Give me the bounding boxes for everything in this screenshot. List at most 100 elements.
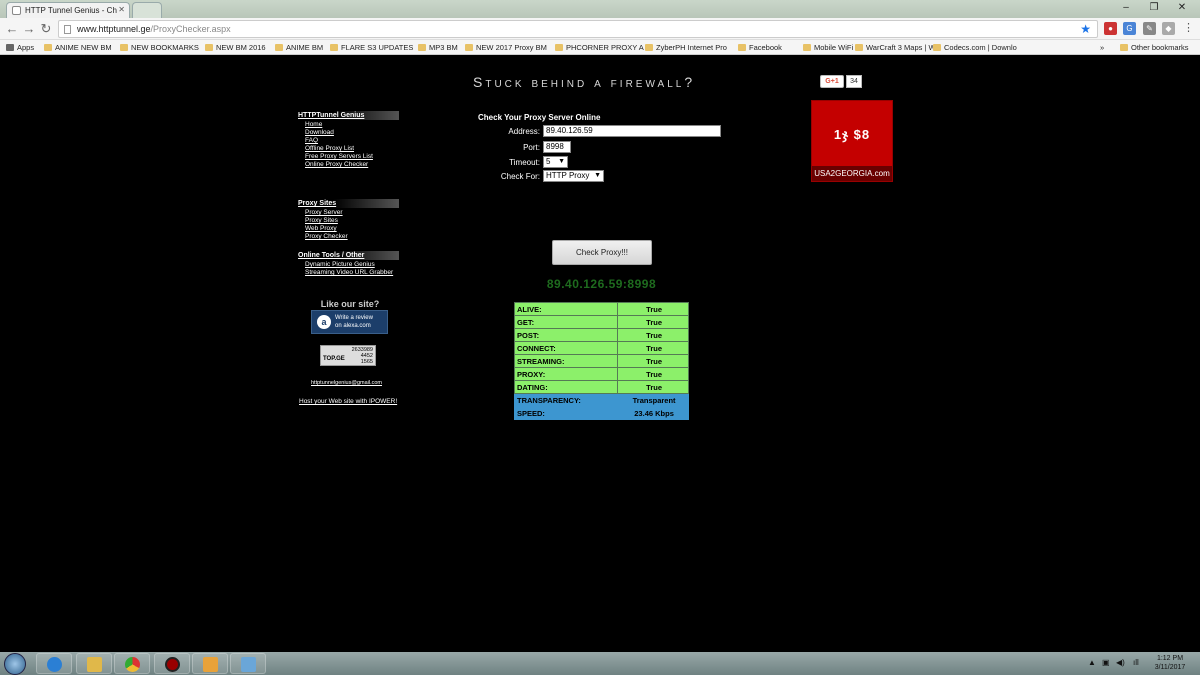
result-value: True [617,367,689,381]
new-tab-button[interactable] [132,2,162,18]
sidebar-link[interactable]: Proxy Sites [305,217,338,225]
port-input[interactable]: 8998 [543,141,571,153]
bookmark-item[interactable]: ANIME NEW BM [44,42,112,53]
check-for-select[interactable]: HTTP Proxy ▼ [543,170,604,182]
page-info-icon[interactable] [64,25,71,34]
tab-http-tunnel-genius[interactable]: HTTP Tunnel Genius - Ch ✕ [6,2,130,18]
bookmark-item[interactable]: Mobile WiFi [803,42,853,53]
bookmark-item[interactable]: » [1100,42,1104,53]
timeout-label: Timeout: [509,158,540,167]
sidebar-section-1[interactable]: Proxy Sites [298,199,399,208]
extension-icon-2[interactable]: ◆ [1162,22,1175,35]
bookmark-item[interactable]: NEW BM 2016 [205,42,266,53]
ipower-host-link[interactable]: Host your Web site with IPOWER! [299,398,397,405]
result-row: DATING: True [513,380,689,394]
translate-extension-icon[interactable]: G [1123,22,1136,35]
like-our-site-heading: Like our site? [320,299,380,309]
extension-icon[interactable]: ✎ [1143,22,1156,35]
contact-email-link[interactable]: httptunnelgenius@gmail.com [311,380,382,386]
media-player-icon[interactable] [192,653,228,674]
chrome-icon[interactable] [114,653,150,674]
result-value: True [617,380,689,394]
bookmark-label: ANIME BM [286,43,324,52]
bookmark-label: MP3 BM [429,43,458,52]
google-plus-one-button[interactable]: G+1 [820,75,844,88]
close-tab-icon[interactable]: ✕ [118,5,125,14]
address-bar[interactable]: www.httptunnel.ge/ProxyChecker.aspx ★ [58,20,1098,38]
sidebar-section-2[interactable]: Online Tools / Other [298,251,399,260]
timeout-select[interactable]: 5 ▼ [543,156,568,168]
result-value: Transparent [617,393,689,407]
bookmark-item[interactable]: Apps [6,42,34,53]
top-ge-counter[interactable]: 2633989 4452 1565 TOP.GE [320,345,376,366]
internet-explorer-icon[interactable] [36,653,72,674]
bookmark-label: ANIME NEW BM [55,43,112,52]
bookmark-folder-icon [205,44,213,51]
tray-network-icon[interactable]: ıll [1133,658,1139,667]
result-row: GET: True [513,315,689,329]
close-window-icon[interactable]: ✕ [1168,0,1196,18]
bookmark-item[interactable]: ANIME BM [275,42,323,53]
bookmarks-bar: Apps ANIME NEW BM NEW BOOKMARKS NEW BM 2016… [0,40,1200,55]
result-value: 23.46 Kbps [617,406,689,420]
bookmark-folder-icon [275,44,283,51]
minimize-icon[interactable]: – [1112,0,1140,18]
sidebar-section-0[interactable]: HTTPTunnel Genius [298,111,399,120]
result-row: STREAMING: True [513,354,689,368]
maximize-icon[interactable]: ❐ [1140,0,1168,18]
sidebar-link[interactable]: FAQ [305,137,318,145]
usa2georgia-ad-banner[interactable]: 1ჯ $8 USA2GEORGIA.com [811,100,893,182]
check-for-value: HTTP Proxy [546,171,590,180]
menu-icon[interactable]: ⋮ [1182,22,1195,35]
sidebar-link[interactable]: Free Proxy Servers List [305,153,373,161]
bookmark-item[interactable]: NEW BOOKMARKS [120,42,199,53]
topge-label: TOP.GE [323,356,345,362]
bookmark-star-icon[interactable]: ★ [1080,21,1091,37]
reload-icon[interactable]: ↻ [38,21,54,37]
check-proxy-button[interactable]: Check Proxy!!! [552,240,652,265]
sidebar-link[interactable]: Download [305,129,334,137]
extension-badge-icon[interactable]: ● [1104,22,1117,35]
forward-icon[interactable]: → [21,21,37,37]
bookmark-item[interactable]: NEW 2017 Proxy BM [465,42,547,53]
bookmark-item[interactable]: WarCraft 3 Maps | W [855,42,936,53]
sidebar-link[interactable]: Offline Proxy List [305,145,354,153]
sidebar-link[interactable]: Online Proxy Checker [305,161,368,169]
bookmark-item[interactable]: Facebook [738,42,782,53]
back-icon[interactable]: ← [4,21,20,37]
result-value: True [617,315,689,329]
tray-power-icon[interactable]: ▣ [1102,658,1110,667]
bookmark-item[interactable]: Codecs.com | Downlo [933,42,1017,53]
bookmark-folder-icon [120,44,128,51]
topge-count-3: 1565 [360,359,373,365]
result-row: TRANSPARENCY: Transparent [513,393,689,407]
tray-volume-icon[interactable]: ◀) [1116,658,1125,667]
sidebar-link[interactable]: Streaming Video URL Grabber [305,269,393,277]
window-app-icon[interactable] [230,653,266,674]
bookmark-item[interactable]: ZyberPH Internet Pro [645,42,727,53]
sidebar-link[interactable]: Dynamic Picture Genius [305,261,375,269]
bookmark-label: Other bookmarks [1131,43,1189,52]
bookmark-item[interactable]: MP3 BM [418,42,458,53]
sidebar-link[interactable]: Home [305,121,322,129]
address-input[interactable]: 89.40.126.59 [543,125,721,137]
start-button-icon[interactable] [4,653,26,675]
bookmark-folder-icon [555,44,563,51]
sidebar-link[interactable]: Web Proxy [305,225,337,233]
tray-expand-icon[interactable]: ▲ [1088,658,1096,667]
bookmark-item[interactable]: PHCORNER PROXY A [555,42,644,53]
sidebar-link[interactable]: Proxy Server [305,209,343,217]
bookmark-item[interactable]: FLARE S3 UPDATES [330,42,413,53]
taskbar-clock[interactable]: 1:12 PM 3/11/2017 [1150,654,1190,672]
alexa-review-button[interactable]: a Write a review on alexa.com [311,310,388,334]
file-explorer-icon[interactable] [76,653,112,674]
result-label: TRANSPARENCY: [513,393,619,407]
result-label: ALIVE: [513,302,619,316]
app-red-icon[interactable] [154,653,190,674]
bookmark-item[interactable]: Other bookmarks [1120,42,1189,53]
bookmark-folder-icon [645,44,653,51]
bookmark-folder-icon [44,44,52,51]
sidebar-link[interactable]: Proxy Checker [305,233,348,241]
result-row: ALIVE: True [513,302,689,316]
proxy-results-table: ALIVE: True GET: True POST: True CONNECT: True S… [513,302,689,420]
